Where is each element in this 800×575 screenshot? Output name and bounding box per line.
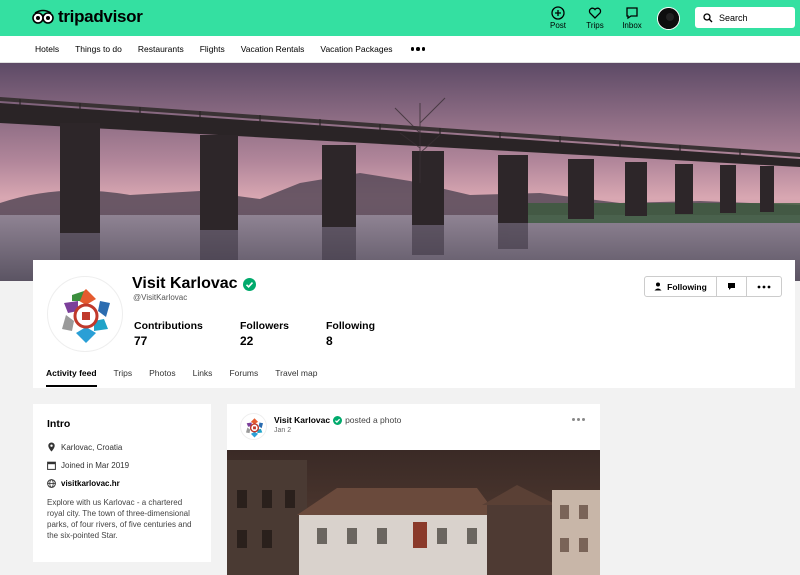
brand-name: tripadvisor xyxy=(58,7,143,26)
nav-flights[interactable]: Flights xyxy=(200,44,225,54)
post-nav-button[interactable]: Post xyxy=(543,6,573,30)
search-icon xyxy=(703,12,713,22)
karlovac-star-logo-icon xyxy=(62,289,110,343)
post-author-avatar[interactable] xyxy=(240,413,267,440)
post-nav-label: Post xyxy=(549,21,566,30)
globe-icon xyxy=(47,479,56,488)
profile-avatar xyxy=(47,276,123,352)
profile-handle: @VisitKarlovac xyxy=(133,293,188,302)
profile-tabs: Activity feed Trips Photos Links Forums … xyxy=(46,367,334,388)
nav-hotels[interactable]: Hotels xyxy=(35,44,59,54)
tab-travel-map[interactable]: Travel map xyxy=(275,367,317,388)
profile-actions: Following xyxy=(644,276,782,297)
intro-title: Intro xyxy=(47,418,71,430)
following-button[interactable]: Following xyxy=(644,276,717,297)
more-dots-icon xyxy=(757,285,771,288)
trips-nav-label: Trips xyxy=(586,21,604,30)
owl-logo-icon xyxy=(32,7,54,27)
profile-name-text: Visit Karlovac xyxy=(132,275,238,292)
tripadvisor-logo[interactable]: tripadvisor xyxy=(32,7,143,27)
tab-trips[interactable]: Trips xyxy=(114,367,133,388)
more-options-button[interactable] xyxy=(747,276,782,297)
location-pin-icon xyxy=(48,442,55,452)
tab-forums[interactable]: Forums xyxy=(229,367,258,388)
stat-followers[interactable]: Followers 22 xyxy=(240,320,289,348)
user-avatar[interactable] xyxy=(657,7,680,30)
category-nav: Hotels Things to do Restaurants Flights … xyxy=(0,36,800,63)
heart-icon xyxy=(588,7,602,19)
intro-joined: Joined in Mar 2019 xyxy=(47,461,197,470)
plus-circle-icon xyxy=(551,6,565,20)
intro-website-text: visitkarlovac.hr xyxy=(61,479,120,488)
verified-check-icon xyxy=(333,415,343,425)
nav-restaurants[interactable]: Restaurants xyxy=(138,44,184,54)
message-button[interactable] xyxy=(717,276,747,297)
calendar-icon xyxy=(47,461,56,470)
activity-post: Visit Karlovac posted a photo Jan 2 xyxy=(227,404,600,575)
stat-label: Followers xyxy=(240,320,290,332)
chat-icon xyxy=(626,7,638,20)
search-input[interactable]: Search xyxy=(695,7,795,28)
post-header: Visit Karlovac posted a photo xyxy=(274,415,401,425)
message-icon xyxy=(728,283,735,290)
intro-description: Explore with us Karlovac - a chartered r… xyxy=(47,498,192,540)
trips-nav-button[interactable]: Trips xyxy=(580,6,610,30)
tab-links[interactable]: Links xyxy=(193,367,213,388)
stat-contributions[interactable]: Contributions 77 xyxy=(134,320,203,348)
intro-website-link[interactable]: visitkarlovac.hr xyxy=(47,479,197,488)
stat-following[interactable]: Following 8 xyxy=(326,320,375,348)
stat-value: 8 xyxy=(326,334,333,348)
profile-card: Visit Karlovac @VisitKarlovac Contributi… xyxy=(33,260,795,388)
post-date: Jan 2 xyxy=(274,427,292,434)
verified-check-icon xyxy=(242,277,256,291)
post-author-name[interactable]: Visit Karlovac xyxy=(274,415,330,425)
intro-location: Karlovac, Croatia xyxy=(47,442,197,452)
nav-things-to-do[interactable]: Things to do xyxy=(75,44,122,54)
tab-photos[interactable]: Photos xyxy=(149,367,175,388)
intro-joined-text: Joined in Mar 2019 xyxy=(61,461,130,470)
post-photo[interactable] xyxy=(227,450,600,575)
person-check-icon xyxy=(654,282,662,291)
post-more-dots-icon[interactable] xyxy=(572,418,585,421)
stat-label: Following xyxy=(326,320,375,332)
more-dots-icon[interactable] xyxy=(410,47,426,51)
nav-vacation-packages[interactable]: Vacation Packages xyxy=(320,44,392,54)
top-bar: tripadvisor Post Trips Inbox Search xyxy=(0,0,800,36)
stat-label: Contributions xyxy=(134,320,203,332)
inbox-nav-label: Inbox xyxy=(622,21,642,30)
stat-value: 22 xyxy=(240,334,254,348)
intro-card: Intro Karlovac, Croatia Joined in Mar 20… xyxy=(33,404,211,562)
tab-activity-feed[interactable]: Activity feed xyxy=(46,367,97,388)
intro-location-text: Karlovac, Croatia xyxy=(61,442,123,452)
nav-vacation-rentals[interactable]: Vacation Rentals xyxy=(241,44,305,54)
search-label: Search xyxy=(719,12,748,23)
following-button-label: Following xyxy=(667,281,707,292)
stat-value: 77 xyxy=(134,334,148,348)
karlovac-star-logo-icon xyxy=(245,418,264,438)
inbox-nav-button[interactable]: Inbox xyxy=(617,6,647,30)
cover-photo xyxy=(0,63,800,281)
post-action: posted a photo xyxy=(345,415,402,425)
profile-name: Visit Karlovac xyxy=(132,275,256,293)
